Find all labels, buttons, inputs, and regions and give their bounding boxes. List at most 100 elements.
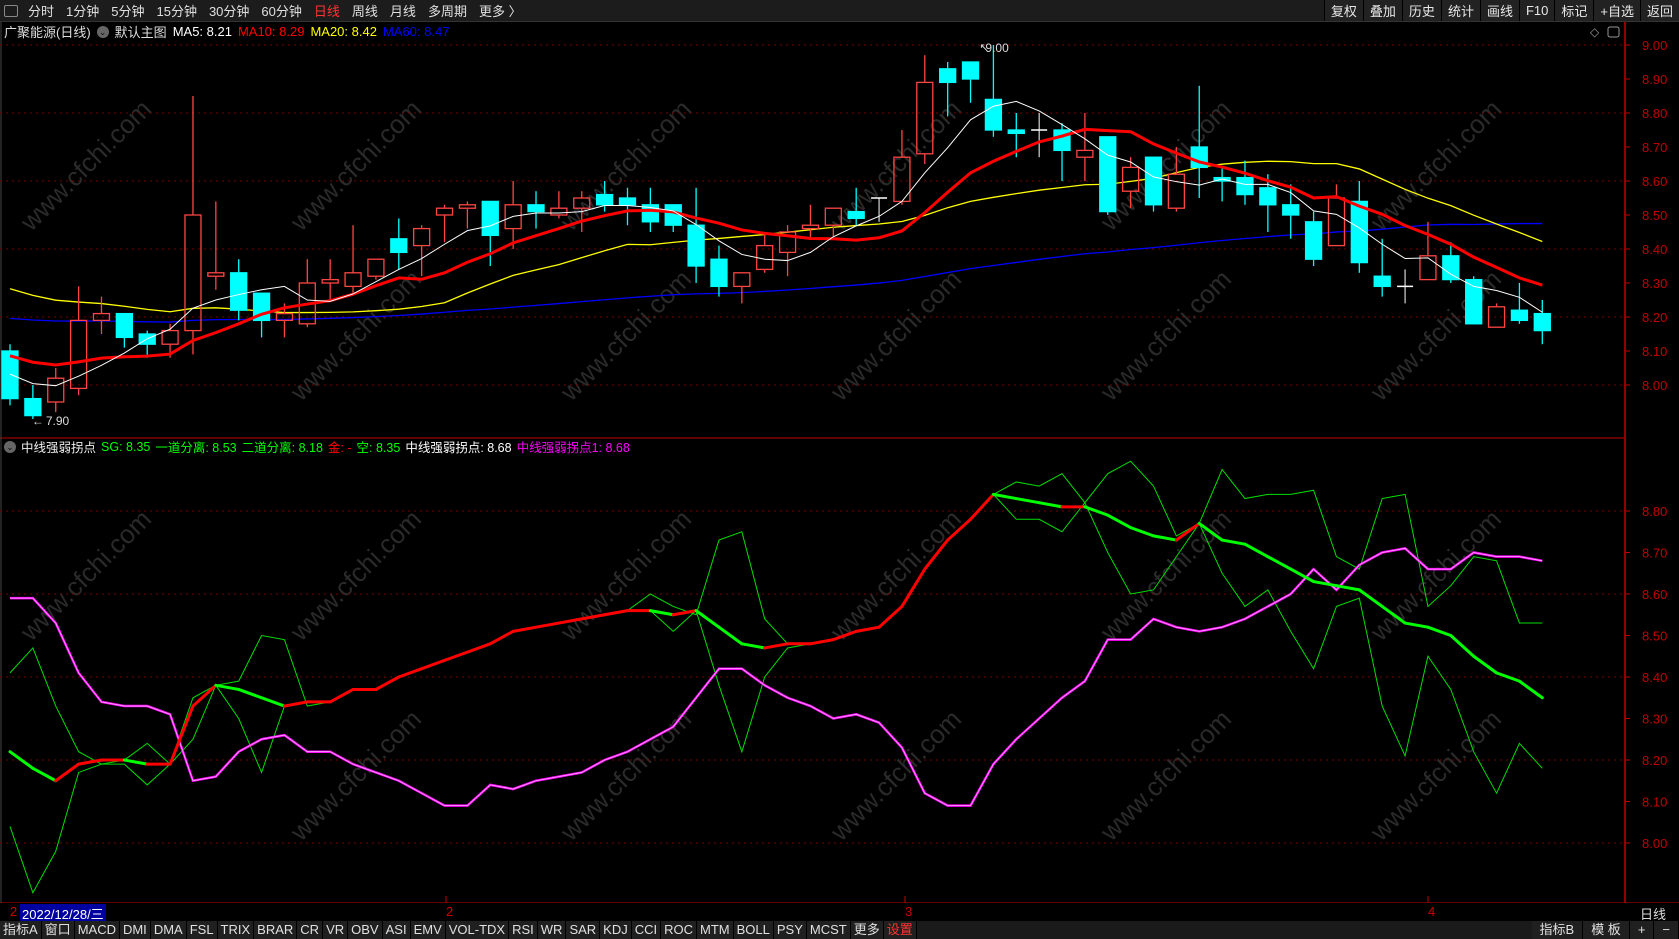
sg-segment <box>1426 625 1453 637</box>
candle-body <box>756 244 774 271</box>
indicator-tab[interactable]: BOLL <box>733 921 774 939</box>
indicator-tab[interactable]: CCI <box>631 921 662 939</box>
candle <box>367 258 385 280</box>
indicator-tab[interactable]: 窗口 <box>41 921 75 939</box>
indicator-tab[interactable]: OBV <box>348 921 383 939</box>
indicator-tab[interactable]: FSL <box>186 921 218 939</box>
indicator-name[interactable]: 中线强弱拐点 <box>21 437 96 456</box>
sg-segment <box>282 700 309 708</box>
candle-body <box>1442 255 1460 281</box>
sg-segment <box>694 609 721 629</box>
indicator-tab[interactable]: ASI <box>382 921 411 939</box>
turn1-value: 中线强弱拐点1: 8.68 <box>516 441 630 455</box>
candle <box>801 204 820 239</box>
indicator-tick-label: 8.30 <box>1642 712 1667 727</box>
candle-body <box>939 68 957 84</box>
indicator-tab[interactable]: MACD <box>74 921 120 939</box>
sg-segment <box>900 567 927 608</box>
sg-segment <box>1380 604 1407 625</box>
sg-segment <box>122 758 149 766</box>
candle-body <box>413 227 431 247</box>
indicator-tab[interactable]: DMA <box>150 921 187 939</box>
sg-segment <box>969 492 995 521</box>
sg-segment <box>603 609 629 617</box>
indicator-tab[interactable]: EMV <box>410 921 446 939</box>
candle-body <box>1076 149 1094 158</box>
indicator-tab[interactable]: PSY <box>773 921 807 939</box>
sg-segment <box>443 650 469 662</box>
indicator-tab[interactable]: VR <box>323 921 349 939</box>
indicator-tab[interactable]: KDJ <box>600 921 632 939</box>
indicator-tab[interactable]: 设置 <box>883 921 917 939</box>
indicator-tab[interactable]: VOL-TDX <box>445 921 510 939</box>
candle-body <box>230 272 248 311</box>
indicator-tab[interactable]: TRIX <box>217 921 255 939</box>
candle-body <box>1236 176 1254 196</box>
indicator-tab[interactable]: 更多 <box>850 921 884 939</box>
price-tick-label: 8.70 <box>1642 140 1667 155</box>
sg-segment <box>77 758 103 766</box>
candle <box>527 191 545 229</box>
candle-body <box>824 207 842 226</box>
sg-segment <box>1495 671 1521 683</box>
candle <box>504 181 522 249</box>
candle-body <box>47 377 65 403</box>
indicator-tab[interactable]: BRAR <box>254 921 298 939</box>
indicator-tab[interactable]: 指标A <box>0 921 42 939</box>
price-tick-label: 8.60 <box>1642 174 1667 189</box>
indicator-tab[interactable]: SAR <box>566 921 601 939</box>
candle <box>1190 85 1208 198</box>
candle <box>390 218 408 270</box>
price-tick-label: 8.40 <box>1642 242 1667 257</box>
candle-body <box>847 210 865 220</box>
candle-body <box>367 258 385 277</box>
sg-segment <box>1174 521 1201 542</box>
candle-body <box>984 98 1003 131</box>
bottom-right-button[interactable]: 指标B <box>1531 921 1584 939</box>
candle <box>687 187 705 283</box>
sg-segment <box>877 604 904 629</box>
sg-segment <box>1334 584 1361 592</box>
sg-segment <box>31 766 58 783</box>
candle-body <box>595 193 614 206</box>
candle-body <box>1327 197 1346 247</box>
sg-segment <box>1243 542 1270 559</box>
sg-segment <box>328 687 355 704</box>
candle <box>984 45 1003 137</box>
candle <box>550 191 568 219</box>
candle <box>435 204 454 243</box>
candle-body <box>321 278 339 284</box>
price-tick-label: 9.00 <box>1642 38 1667 53</box>
price-tick-label: 8.00 <box>1642 378 1667 393</box>
sg-segment <box>831 629 858 642</box>
candle-body <box>161 329 179 345</box>
indicator-tab[interactable]: DMI <box>119 921 151 939</box>
indicator-tab[interactable]: WR <box>537 921 567 939</box>
bottom-right-button[interactable]: 模 板 <box>1583 921 1630 939</box>
indicator-tab[interactable]: ROC <box>661 921 698 939</box>
bottom-right-button[interactable]: + <box>1629 921 1655 939</box>
candle <box>1304 211 1323 266</box>
sg-segment <box>420 658 447 671</box>
candle-body <box>1099 136 1117 213</box>
candle <box>321 259 339 300</box>
sg-segment <box>237 687 264 700</box>
candle-body <box>207 272 225 277</box>
indicator-tab[interactable]: MTM <box>697 921 734 939</box>
candle <box>1533 300 1551 345</box>
candle <box>184 96 202 355</box>
sg-segment <box>1357 588 1384 608</box>
bottom-right-button[interactable]: − <box>1654 921 1679 939</box>
candle <box>893 130 911 205</box>
candle <box>1350 181 1368 273</box>
sg-segment <box>511 625 538 633</box>
sg-segment <box>488 629 515 646</box>
candle-body <box>1304 221 1323 260</box>
indicator-tab[interactable]: CR <box>297 921 324 939</box>
indicator-tab[interactable]: MCST <box>806 921 851 939</box>
chevron-down-icon[interactable]: ⌄ <box>4 440 16 453</box>
candle-body <box>618 197 637 206</box>
indicator-tab[interactable]: RSI <box>509 921 538 939</box>
candle <box>710 245 728 297</box>
indicator-tick-label: 8.60 <box>1642 587 1667 602</box>
